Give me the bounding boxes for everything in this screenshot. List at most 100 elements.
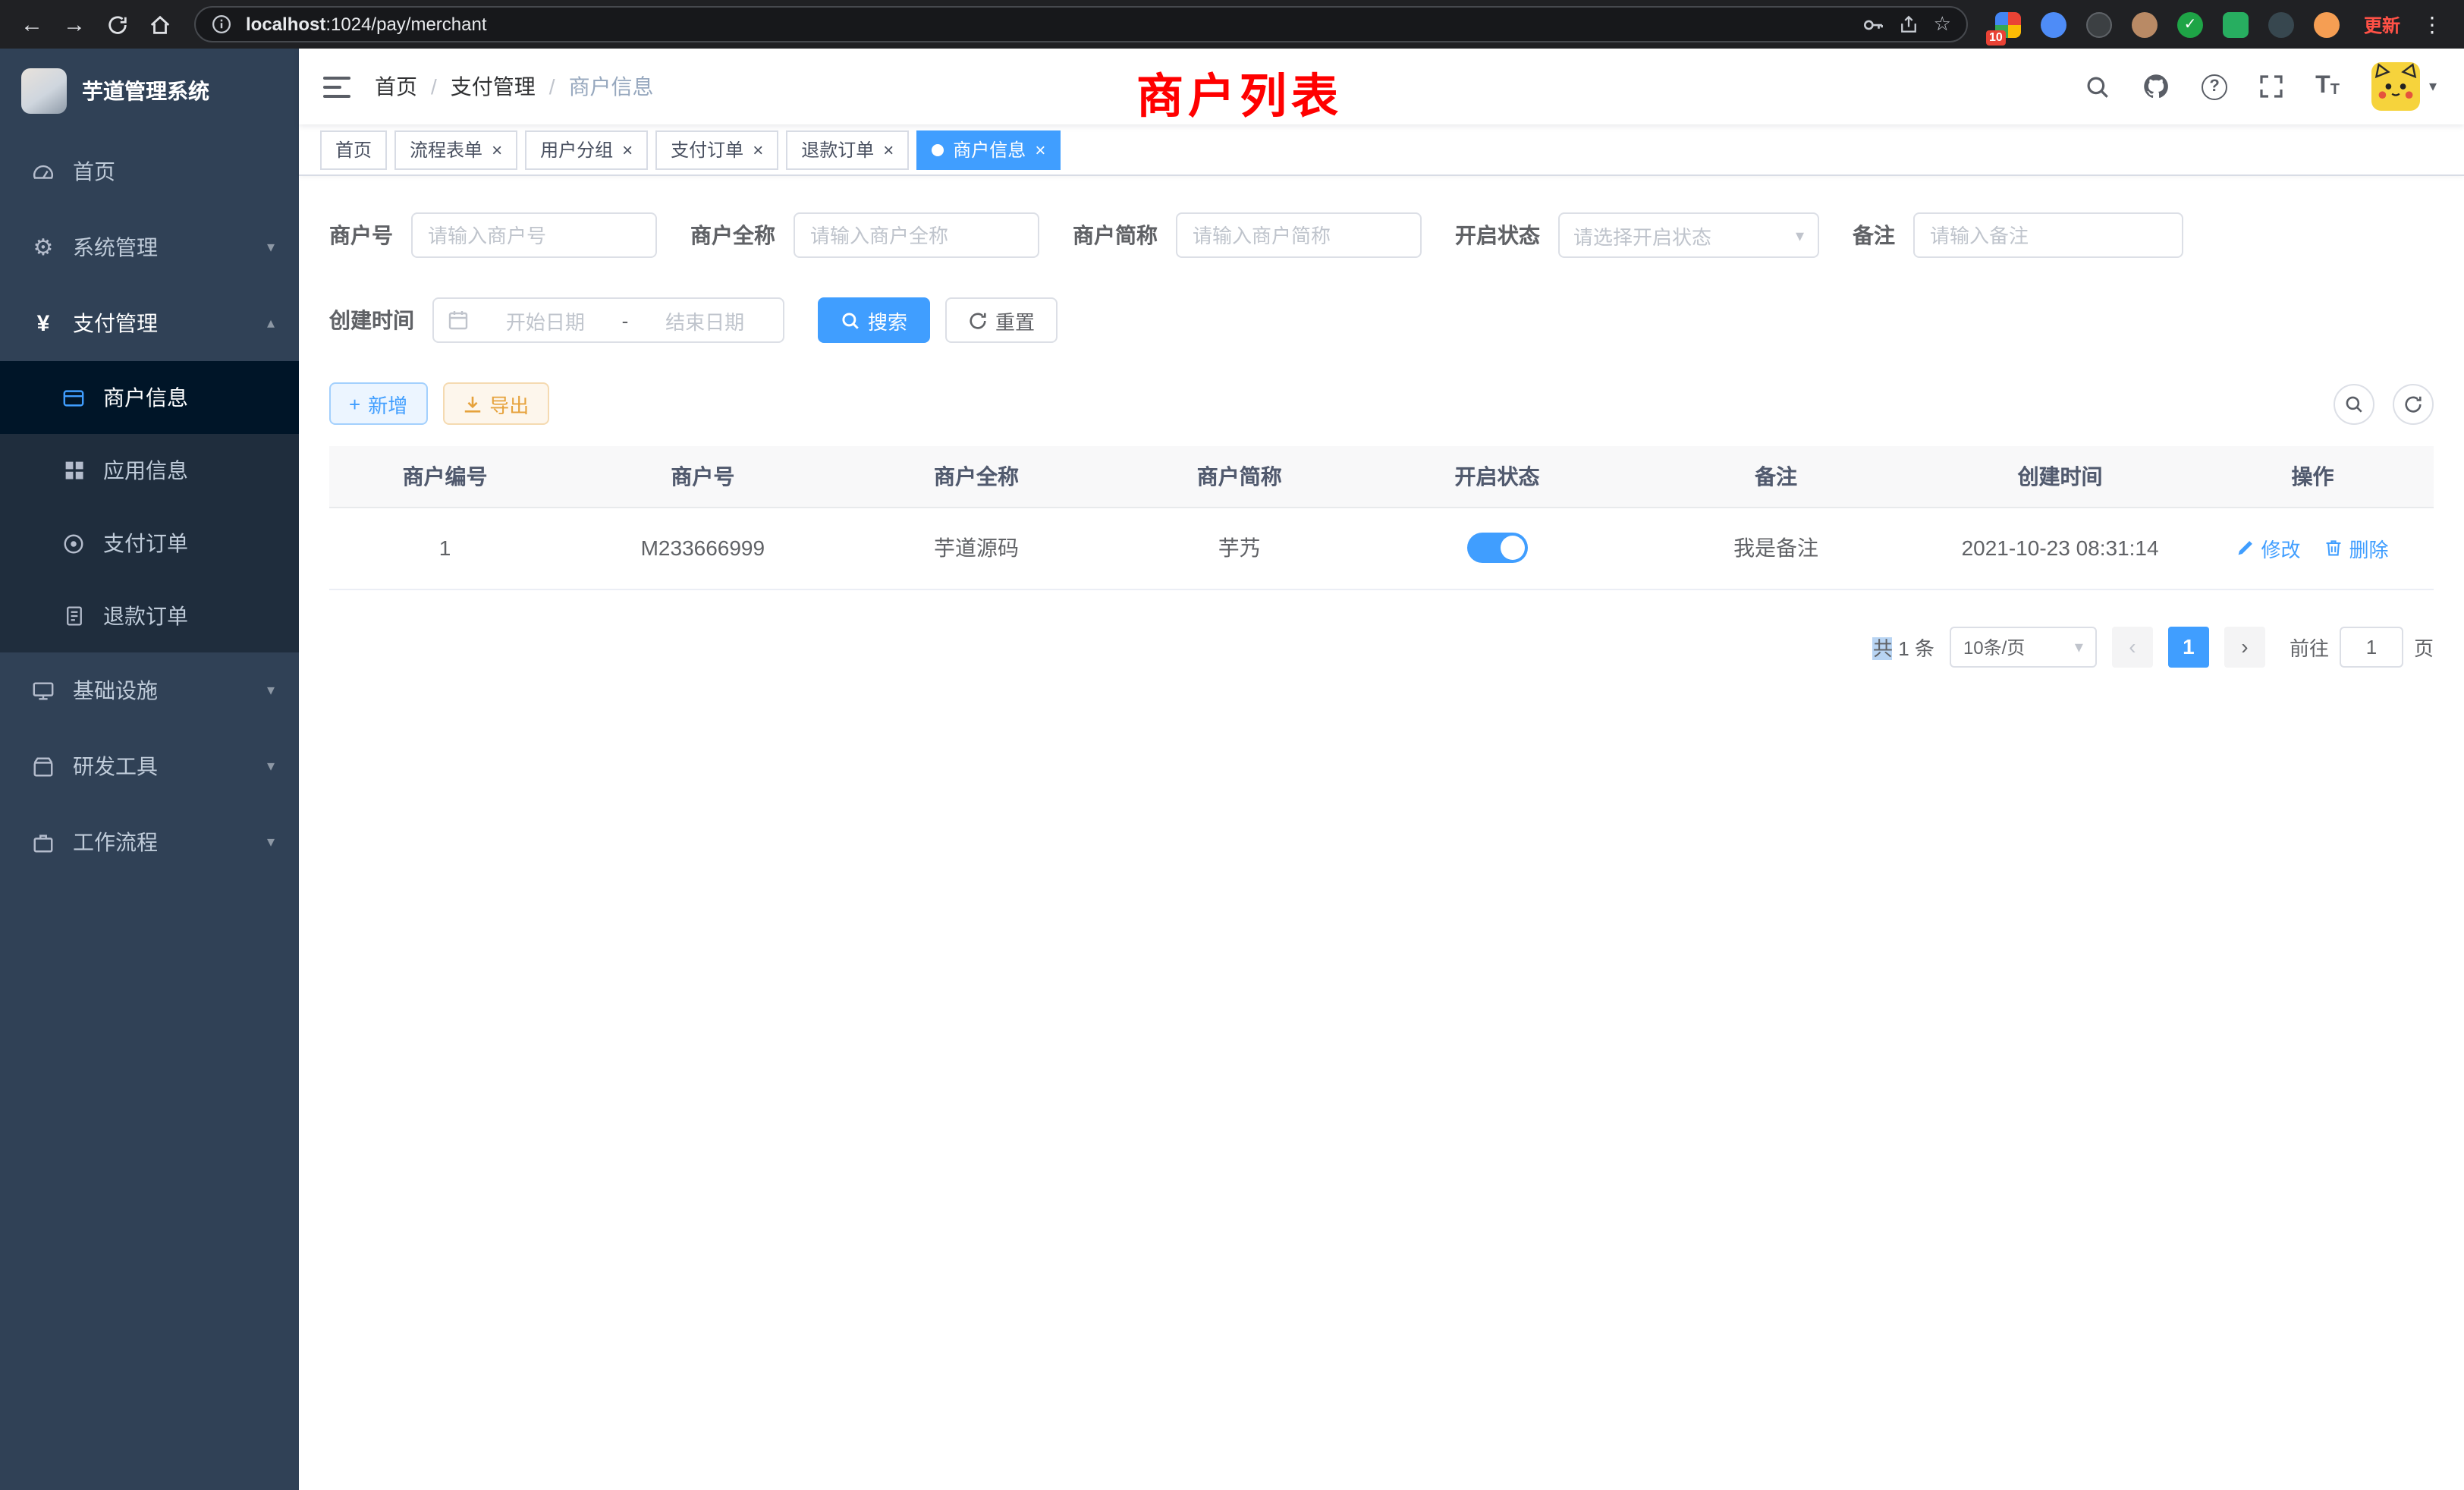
sidebar-item-refund-order[interactable]: 退款订单 [0,580,299,652]
breadcrumb-home[interactable]: 首页 [375,71,417,102]
header-search-button[interactable] [2085,74,2110,99]
goto-page-input[interactable] [2340,626,2403,667]
url-text[interactable]: localhost:1024/pay/merchant [246,14,1849,35]
status-toggle[interactable] [1467,533,1528,563]
help-button[interactable]: ? [2202,74,2227,99]
browser-back-button[interactable]: ← [12,5,52,44]
filter-short-name: 商户简称 [1073,212,1422,258]
browser-forward-button[interactable]: → [55,5,94,44]
sidebar-item-infrastructure[interactable]: 基础设施 ▾ [0,652,299,728]
sidebar-item-system-mgmt[interactable]: ⚙ 系统管理 ▾ [0,209,299,285]
browser-extension-icon[interactable] [2223,11,2249,37]
close-icon[interactable]: × [1035,140,1045,159]
close-icon[interactable]: × [492,140,502,159]
github-link-button[interactable] [2142,73,2170,100]
browser-home-button[interactable] [140,5,179,44]
credit-card-icon [61,386,86,409]
search-button[interactable]: 搜索 [818,297,930,343]
app-logo[interactable]: 芋道管理系统 [0,49,299,134]
check-icon: ✓ [2177,11,2203,37]
page-number-button[interactable]: 1 [2168,626,2209,667]
password-key-icon[interactable] [1862,13,1885,36]
reset-button[interactable]: 重置 [945,297,1058,343]
filter-label: 创建时间 [329,305,414,335]
close-icon[interactable]: × [883,140,894,159]
chevron-down-icon: ▾ [267,758,275,775]
sidebar-item-app-info[interactable]: 应用信息 [0,434,299,507]
refresh-icon [2403,394,2423,413]
next-page-button[interactable]: › [2224,626,2265,667]
sidebar-item-payment-order[interactable]: 支付订单 [0,507,299,580]
tab-home[interactable]: 首页 [320,130,387,169]
filter-label: 备注 [1853,220,1895,250]
tab-refund-order[interactable]: 退款订单 × [786,130,909,169]
sidebar-item-label: 应用信息 [103,455,188,486]
tab-merchant-info[interactable]: 商户信息× [916,130,1061,169]
browser-menu-icon[interactable]: ⋮ [2412,11,2452,37]
browser-profile-avatar[interactable] [2314,11,2340,37]
sidebar-item-label: 基础设施 [73,675,158,706]
dashboard-icon [30,160,56,183]
browser-extension-icon[interactable]: ✓ [2177,11,2203,37]
fullscreen-icon [2259,74,2283,99]
browser-reload-button[interactable] [97,5,137,44]
app-root: 芋道管理系统 首页 ⚙ 系统管理 ▾ ¥ 支付管理 ▴ [0,49,2464,1490]
sidebar-item-payment-mgmt[interactable]: ¥ 支付管理 ▴ [0,285,299,361]
edit-link[interactable]: 修改 [2236,533,2300,562]
share-icon[interactable] [1899,14,1920,35]
column-header: 商户全称 [845,446,1108,507]
column-header: 备注 [1623,446,1928,507]
page-size-select[interactable]: 10条/页 ▾ [1950,626,2097,667]
close-icon[interactable]: × [753,140,763,159]
bookmark-star-icon[interactable]: ☆ [1934,12,1951,36]
browser-extension-icon[interactable]: 10 [1995,11,2021,37]
status-select[interactable]: 请选择开启状态 ▾ [1558,212,1819,258]
browser-update-button[interactable]: 更新 [2364,11,2400,37]
refresh-table-button[interactable] [2393,383,2434,424]
total-suffix: 条 [1915,637,1934,659]
github-icon [2142,73,2170,100]
browser-extension-icon[interactable] [2086,11,2112,37]
tab-payment-order[interactable]: 支付订单× [655,130,778,169]
tab-label: 流程表单 [410,137,482,162]
sidebar-submenu-payment: 商户信息 应用信息 支付订单 [0,361,299,652]
full-name-input[interactable] [794,212,1039,258]
sidebar-item-merchant-info[interactable]: 商户信息 [0,361,299,434]
close-icon[interactable]: × [622,140,633,159]
total-prefix: 共 [1873,637,1893,659]
delete-link[interactable]: 删除 [2324,533,2388,562]
breadcrumb-payment-mgmt[interactable]: 支付管理 [451,71,536,102]
create-time-range-picker[interactable]: 开始日期 - 结束日期 [432,297,784,343]
search-icon [2085,74,2110,99]
add-button[interactable]: + 新增 [329,382,427,425]
user-avatar-menu[interactable]: ▾ [2371,62,2437,111]
tab-label: 退款订单 [801,137,874,162]
export-button[interactable]: 导出 [442,382,548,425]
sidebar-item-home[interactable]: 首页 [0,134,299,209]
cell-status [1371,507,1623,589]
short-name-input[interactable] [1176,212,1422,258]
site-info-icon[interactable] [211,14,232,35]
browser-extension-icon[interactable] [2132,11,2158,37]
sidebar-item-workflow[interactable]: 工作流程 ▾ [0,804,299,880]
sidebar-item-dev-tools[interactable]: 研发工具 ▾ [0,728,299,804]
filter-row-2: 创建时间 开始日期 - 结束日期 搜索 [329,297,2434,343]
filter-label: 商户全称 [690,220,775,250]
font-size-button[interactable]: TT [2315,74,2340,99]
merchant-no-input[interactable] [411,212,657,258]
toolbox-icon [30,755,56,778]
browser-extension-icon[interactable] [2041,11,2066,37]
remark-input[interactable] [1913,212,2183,258]
tab-user-group[interactable]: 用户分组× [525,130,648,169]
tab-process-form[interactable]: 流程表单 × [394,130,517,169]
prev-page-button[interactable]: ‹ [2112,626,2153,667]
address-bar[interactable]: localhost:1024/pay/merchant ☆ [194,6,1968,42]
sidebar-toggle-button[interactable] [299,49,375,124]
url-path: :1024/pay/merchant [325,14,486,35]
fullscreen-button[interactable] [2259,74,2283,99]
tabs-bar: 首页 流程表单 × 用户分组× 支付订单× 退款订单 × 商户信息× [299,124,2464,176]
end-date-placeholder: 结束日期 [640,306,769,335]
browser-extension-icon[interactable] [2268,11,2294,37]
merchant-table: 商户编号 商户号 商户全称 商户简称 开启状态 备注 创建时间 操作 1 [329,446,2434,589]
toggle-search-button[interactable] [2334,383,2374,424]
